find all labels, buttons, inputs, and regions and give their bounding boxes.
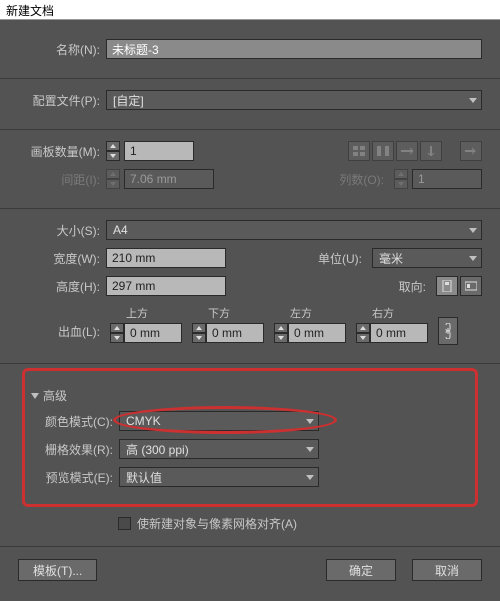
preview-label: 预览模式(E):: [31, 469, 119, 486]
chevron-down-icon: [306, 447, 314, 452]
bleed-label: 出血(L):: [18, 323, 106, 340]
width-row: 宽度(W): 单位(U): 毫米: [18, 247, 482, 269]
units-select[interactable]: 毫米: [372, 248, 482, 268]
raster-row: 栅格效果(R): 高 (300 ppi): [31, 438, 469, 460]
artboard-layout-icons: [348, 141, 442, 161]
bleed-left-head: 左方: [274, 305, 352, 321]
units-label: 单位(U):: [308, 250, 368, 267]
size-select[interactable]: A4: [106, 220, 482, 240]
name-input[interactable]: [106, 39, 482, 59]
artboards-input[interactable]: [124, 141, 194, 161]
preview-value: 默认值: [126, 469, 162, 486]
bleed-right-head: 右方: [356, 305, 434, 321]
profile-label: 配置文件(P):: [18, 92, 106, 109]
colormode-select[interactable]: CMYK: [119, 411, 319, 431]
advanced-disclosure[interactable]: 高级: [31, 387, 469, 404]
height-row: 高度(H): 取向:: [18, 275, 482, 297]
layout-row-icon[interactable]: [396, 141, 418, 161]
name-row: 名称(N):: [18, 38, 482, 60]
spacing-input: [124, 169, 214, 189]
spacing-stepper: [106, 169, 120, 189]
preview-select[interactable]: 默认值: [119, 467, 319, 487]
layout-grid-row-icon[interactable]: [348, 141, 370, 161]
height-input[interactable]: [106, 276, 226, 296]
bleed-right-input[interactable]: [370, 323, 428, 343]
bleed-link-icon[interactable]: [438, 317, 458, 345]
bleed-top-stepper[interactable]: [110, 323, 124, 343]
triangle-down-icon: [31, 393, 39, 399]
chevron-down-icon: [306, 419, 314, 424]
profile-select[interactable]: [自定]: [106, 90, 482, 110]
window-title: 新建文档: [6, 4, 54, 18]
size-label: 大小(S):: [18, 222, 106, 239]
preview-row: 预览模式(E): 默认值: [31, 466, 469, 488]
spacing-row: 间距(I): 列数(O):: [18, 168, 482, 190]
orientation-portrait-icon[interactable]: [436, 276, 458, 296]
align-grid-checkbox[interactable]: [118, 517, 131, 530]
footer: 模板(T)... 确定 取消: [0, 546, 500, 593]
profile-row: 配置文件(P): [自定]: [18, 89, 482, 111]
dialog-body: 名称(N): 配置文件(P): [自定] 画板数量(M):: [0, 20, 500, 601]
colormode-label: 颜色模式(C):: [31, 413, 119, 430]
raster-value: 高 (300 ppi): [126, 441, 189, 458]
bleed-right-stepper[interactable]: [356, 323, 370, 343]
align-grid-row: 使新建对象与像素网格对齐(A): [118, 515, 482, 532]
size-row: 大小(S): A4: [18, 219, 482, 241]
bleed-bottom-head: 下方: [192, 305, 270, 321]
align-grid-label: 使新建对象与像素网格对齐(A): [137, 515, 297, 532]
bleed-left-stepper[interactable]: [274, 323, 288, 343]
raster-select[interactable]: 高 (300 ppi): [119, 439, 319, 459]
cancel-button[interactable]: 取消: [412, 559, 482, 581]
height-label: 高度(H):: [18, 278, 106, 295]
ok-button[interactable]: 确定: [326, 559, 396, 581]
chevron-down-icon: [469, 256, 477, 261]
layout-col-icon[interactable]: [420, 141, 442, 161]
orientation-label: 取向:: [372, 278, 432, 295]
bleed-left-input[interactable]: [288, 323, 346, 343]
width-input[interactable]: [106, 248, 226, 268]
artboards-label: 画板数量(M):: [18, 143, 106, 160]
colormode-row: 颜色模式(C): CMYK: [31, 410, 469, 432]
columns-stepper: [394, 169, 408, 189]
width-label: 宽度(W):: [18, 250, 106, 267]
advanced-title: 高级: [43, 387, 67, 404]
chevron-down-icon: [306, 475, 314, 480]
template-button[interactable]: 模板(T)...: [18, 559, 97, 581]
bleed-bottom-input[interactable]: [206, 323, 264, 343]
layout-rtl-icon[interactable]: [460, 141, 482, 161]
raster-label: 栅格效果(R):: [31, 441, 119, 458]
artboards-stepper[interactable]: [106, 141, 120, 161]
columns-input: [412, 169, 482, 189]
bleed-top-input[interactable]: [124, 323, 182, 343]
bleed-bottom-stepper[interactable]: [192, 323, 206, 343]
columns-label: 列数(O):: [330, 171, 390, 188]
orientation-landscape-icon[interactable]: [460, 276, 482, 296]
colormode-value: CMYK: [126, 414, 161, 428]
name-label: 名称(N):: [18, 41, 106, 58]
bleed-row: 出血(L): 上方 下方 左方: [18, 303, 482, 345]
size-value: A4: [113, 223, 128, 237]
bleed-top-head: 上方: [110, 305, 188, 321]
chevron-down-icon: [469, 228, 477, 233]
window-title-bar: 新建文档: [0, 0, 500, 20]
units-value: 毫米: [379, 250, 403, 267]
spacing-label: 间距(I):: [18, 171, 106, 188]
layout-grid-col-icon[interactable]: [372, 141, 394, 161]
chevron-down-icon: [469, 98, 477, 103]
artboards-row: 画板数量(M):: [18, 140, 482, 162]
profile-value: [自定]: [113, 92, 144, 109]
advanced-highlight-box: 高级 颜色模式(C): CMYK 栅格效果(R): 高 (300 ppi) 预览…: [22, 368, 478, 507]
